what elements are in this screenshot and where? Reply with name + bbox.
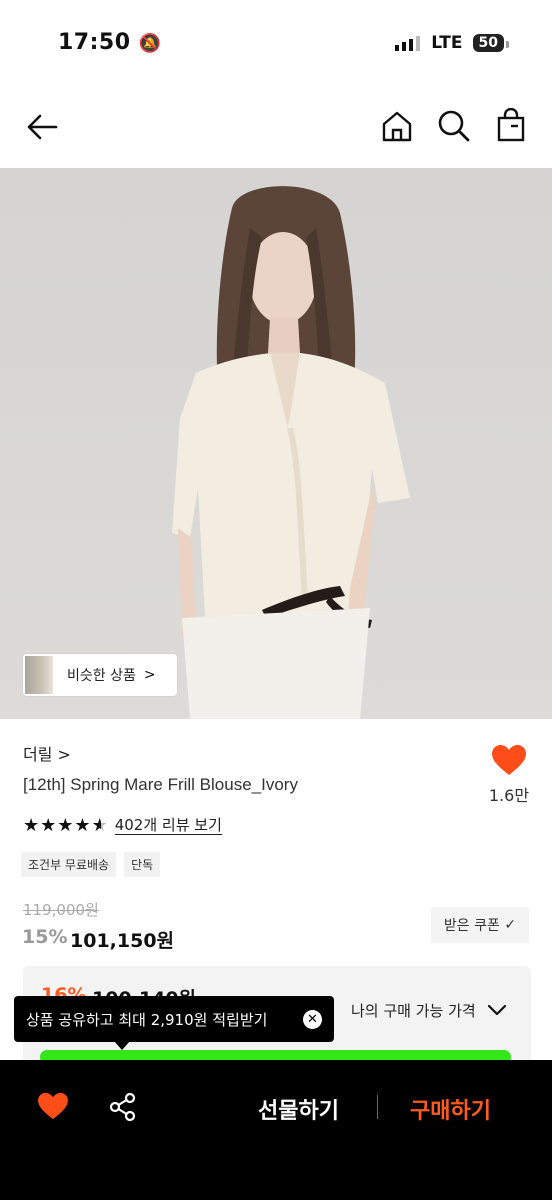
tag-free-shipping: 조건부 무료배송 bbox=[21, 852, 117, 877]
star-icon: ★ bbox=[74, 815, 91, 836]
signal-icon bbox=[395, 36, 421, 51]
coupon-label: 받은 쿠폰 bbox=[443, 918, 500, 934]
chevron-right-icon: > bbox=[143, 667, 156, 683]
sale-price: 101,150원 bbox=[70, 930, 175, 952]
status-time: 17:50 🔕 bbox=[58, 30, 162, 55]
star-icon: ★ bbox=[23, 815, 40, 836]
chevron-right-icon: > bbox=[57, 745, 71, 764]
product-image[interactable] bbox=[0, 168, 552, 719]
product-title: [12th] Spring Mare Frill Blouse_Ivory bbox=[23, 775, 298, 794]
chevron-down-icon[interactable] bbox=[486, 999, 508, 1021]
tooltip-text: 상품 공유하고 최대 2,910원 적립받기 bbox=[26, 1010, 268, 1029]
tag-list: 조건부 무료배송 단독 bbox=[21, 852, 161, 877]
model-photo bbox=[172, 186, 410, 719]
close-icon[interactable]: ✕ bbox=[303, 1009, 322, 1029]
similar-products-button[interactable]: 비슷한 상품 > bbox=[23, 654, 177, 696]
heart-icon[interactable] bbox=[491, 744, 527, 776]
battery-icon: 50 bbox=[472, 34, 510, 52]
star-icon: ★ bbox=[57, 815, 74, 836]
home-icon[interactable] bbox=[380, 108, 414, 144]
bell-off-icon: 🔕 bbox=[138, 33, 162, 54]
shopping-bag-icon[interactable] bbox=[494, 108, 528, 144]
received-coupon-button[interactable]: 받은 쿠폰 ✓ bbox=[431, 907, 529, 943]
share-reward-tooltip[interactable]: 상품 공유하고 최대 2,910원 적립받기 ✕ bbox=[14, 996, 334, 1042]
back-arrow-icon[interactable] bbox=[24, 108, 62, 146]
similar-thumbnail bbox=[25, 656, 53, 694]
gift-button[interactable]: 선물하기 bbox=[258, 1093, 339, 1125]
status-indicators: LTE 50 bbox=[395, 33, 510, 53]
review-link[interactable]: 402개 리뷰 보기 bbox=[114, 816, 222, 835]
my-price-label: 나의 구매 가능 가격 bbox=[351, 1002, 476, 1020]
buy-button[interactable]: 구매하기 bbox=[410, 1093, 491, 1125]
tag-exclusive: 단독 bbox=[124, 852, 161, 877]
discount-rate: 15% bbox=[22, 926, 68, 948]
tooltip-tail bbox=[114, 1041, 130, 1050]
like-count: 1.6만 bbox=[488, 786, 530, 805]
star-icon: ★ bbox=[40, 815, 57, 836]
like-button[interactable]: 1.6만 bbox=[486, 744, 532, 806]
network-label: LTE bbox=[431, 33, 463, 53]
original-price: 119,000원 bbox=[23, 901, 99, 919]
rating-stars: ★ ★ ★ ★ ★ 402개 리뷰 보기 bbox=[23, 815, 222, 836]
brand-link[interactable]: 더릴 > bbox=[23, 741, 71, 765]
similar-products-label: 비슷한 상품 bbox=[67, 668, 136, 684]
heart-icon[interactable] bbox=[37, 1092, 69, 1120]
divider bbox=[377, 1095, 378, 1119]
half-star-icon: ★ bbox=[91, 815, 108, 836]
bottom-action-bar bbox=[0, 1060, 552, 1200]
check-icon: ✓ bbox=[504, 917, 517, 933]
search-icon[interactable] bbox=[436, 108, 472, 144]
share-icon[interactable] bbox=[108, 1092, 138, 1122]
